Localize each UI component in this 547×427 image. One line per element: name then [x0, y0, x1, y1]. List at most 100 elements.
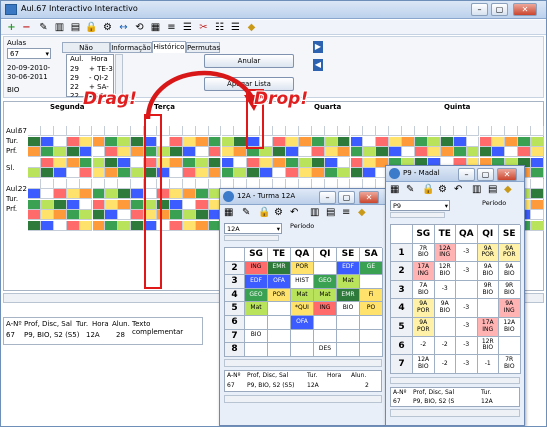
grid-cell[interactable] [208, 178, 222, 189]
list-item-aul[interactable]: 29 [70, 65, 79, 73]
grid-cell[interactable] [182, 220, 196, 231]
grid-cell[interactable] [169, 189, 183, 199]
detail-cell-num[interactable]: 67 [6, 331, 15, 339]
timetable-cell[interactable] [268, 316, 291, 330]
edit-icon[interactable]: ✎ [37, 21, 50, 34]
timetable-cell[interactable]: -2 [434, 355, 456, 374]
list-icon[interactable]: ≡ [342, 207, 350, 218]
timetable-cell[interactable] [360, 343, 383, 357]
grid-cell[interactable] [518, 136, 532, 147]
grid-cell[interactable] [195, 168, 209, 178]
timetable-cell[interactable] [245, 316, 268, 330]
minimize-button[interactable]: – [458, 168, 475, 181]
tab-informacao[interactable]: Informação [110, 42, 152, 53]
grid-cell[interactable] [53, 126, 67, 136]
grid-cell[interactable] [350, 147, 364, 157]
grid-cell[interactable] [286, 136, 299, 147]
grid-cell[interactable] [466, 136, 480, 147]
grid-cell[interactable] [66, 147, 80, 157]
grid-cell[interactable] [182, 136, 196, 147]
remove-icon[interactable]: − [20, 21, 33, 34]
grid-cell[interactable] [376, 147, 390, 157]
timetable-cell[interactable]: 12A BIO [499, 318, 521, 337]
schedule-icon[interactable]: ▥ [53, 21, 66, 34]
grid-cell[interactable] [66, 220, 80, 231]
grid-cell[interactable] [131, 136, 145, 147]
professor-window-titlebar[interactable]: P9 - Madal – ▢ ✕ [386, 166, 524, 182]
grid-cell[interactable] [53, 157, 67, 168]
timetable-cell[interactable]: EDF [245, 275, 268, 289]
grid-cell[interactable] [118, 189, 132, 199]
grid-cell[interactable] [311, 178, 325, 189]
grid-cell[interactable] [324, 157, 338, 168]
grid-cell[interactable] [169, 136, 183, 147]
grid-cell[interactable] [427, 147, 441, 157]
grid-cell[interactable] [479, 136, 493, 147]
grid-cell[interactable] [363, 136, 377, 147]
grid-cell[interactable] [118, 210, 132, 220]
grid-cell[interactable] [234, 157, 248, 168]
aula-select[interactable]: 67 ▾ [7, 48, 51, 59]
undo-icon[interactable]: ↶ [290, 207, 298, 218]
grid-cell[interactable] [105, 220, 119, 231]
list-item-hora[interactable]: + TE-3 [89, 65, 113, 73]
grid-cell[interactable] [28, 189, 41, 199]
grid-cell[interactable] [453, 136, 467, 147]
grid-cell[interactable] [169, 126, 183, 136]
turma-select[interactable]: 12A ▾ [224, 223, 282, 234]
detail-cell-num[interactable]: 67 [227, 382, 235, 389]
grid-cell[interactable] [118, 199, 132, 210]
timetable-cell[interactable] [337, 316, 360, 330]
add-icon[interactable]: + [5, 21, 18, 34]
grid-cell[interactable] [221, 168, 235, 178]
grid-cell[interactable] [260, 157, 274, 168]
grid-cell[interactable] [53, 168, 67, 178]
grid-cell[interactable] [66, 199, 80, 210]
timetable-cell[interactable] [291, 329, 314, 344]
grid-cell[interactable] [92, 157, 106, 168]
grid-cell[interactable] [402, 147, 415, 157]
grid-cell[interactable] [440, 147, 454, 157]
grid-cell[interactable] [92, 147, 106, 157]
grid-cell[interactable] [415, 136, 428, 147]
grid-cell[interactable] [440, 126, 454, 136]
grid-cell[interactable] [402, 136, 415, 147]
grid-cell[interactable] [40, 210, 54, 220]
table-icon[interactable]: ▤ [69, 21, 82, 34]
turma-detail-scroll[interactable] [224, 395, 382, 403]
timetable-cell[interactable]: 9A POR [413, 318, 435, 337]
grid-cell[interactable] [479, 126, 493, 136]
schedule-icon[interactable]: ▥ [310, 207, 319, 218]
grid-cell[interactable] [402, 126, 415, 136]
chart-icon[interactable]: ▤ [326, 207, 335, 218]
turma-scroll[interactable] [224, 235, 279, 241]
grid-cell[interactable] [195, 126, 209, 136]
grid-cell[interactable] [311, 168, 325, 178]
grid-cell[interactable] [273, 168, 286, 178]
grid-cell[interactable] [105, 189, 119, 199]
grid-cell[interactable] [169, 199, 183, 210]
grid-cell[interactable] [195, 147, 209, 157]
grid-cell[interactable] [453, 147, 467, 157]
timetable-cell[interactable]: -2 [413, 336, 435, 356]
edit-icon[interactable]: ✎ [242, 207, 250, 218]
grid-cell[interactable] [208, 136, 222, 147]
grid-cell[interactable] [79, 157, 93, 168]
timetable-cell[interactable] [337, 329, 360, 344]
grid-cell[interactable] [363, 147, 377, 157]
grid-cell[interactable] [492, 147, 506, 157]
grid-icon[interactable]: ▦ [224, 207, 233, 218]
grid-cell[interactable] [286, 126, 299, 136]
grid-cell[interactable] [273, 126, 286, 136]
play-left-icon[interactable]: ◀ [313, 59, 323, 71]
grid-cell[interactable] [505, 147, 519, 157]
grid-cell[interactable] [337, 136, 351, 147]
grid-cell[interactable] [208, 147, 222, 157]
grid-cell[interactable] [40, 157, 54, 168]
grid-cell[interactable] [195, 199, 209, 210]
grid-cell[interactable] [286, 168, 299, 178]
grid-icon[interactable]: ▦ [390, 184, 399, 195]
professor-scroll[interactable] [390, 212, 445, 218]
grid-cell[interactable] [169, 178, 183, 189]
timetable-cell[interactable] [291, 343, 314, 357]
